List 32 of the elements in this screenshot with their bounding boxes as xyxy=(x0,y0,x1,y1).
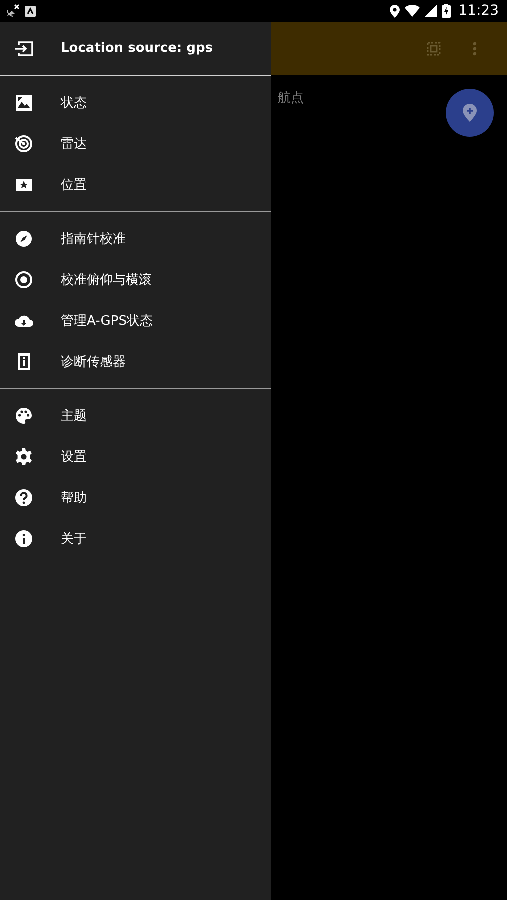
drawer-item[interactable]: 位置 xyxy=(0,164,271,205)
battery-charging-icon xyxy=(442,4,451,18)
settings-icon xyxy=(14,448,34,466)
drawer-item[interactable]: 雷达 xyxy=(0,123,271,164)
compass-icon xyxy=(14,230,34,248)
app-notification-icon xyxy=(25,6,36,16)
satellite-off-icon xyxy=(6,4,20,18)
wifi-icon xyxy=(404,5,420,17)
drawer-item[interactable]: 关于 xyxy=(0,518,271,559)
drawer-item[interactable]: 主题 xyxy=(0,395,271,436)
drawer-item[interactable]: 管理A-GPS状态 xyxy=(0,300,271,341)
signal-icon xyxy=(424,5,437,17)
add-waypoint-button[interactable] xyxy=(446,89,494,137)
info-icon xyxy=(14,530,34,548)
drawer-item[interactable]: 设置 xyxy=(0,436,271,477)
target-icon xyxy=(14,270,34,288)
drawer-item[interactable]: 诊断传感器 xyxy=(0,341,271,382)
radar-icon xyxy=(14,134,34,152)
add-location-icon xyxy=(463,104,477,122)
image-icon xyxy=(14,94,34,112)
location-pin-icon xyxy=(390,4,400,18)
help-icon xyxy=(14,488,34,506)
clock-time: 11:23 xyxy=(458,3,499,19)
drawer-item[interactable]: 指南针校准 xyxy=(0,218,271,259)
drawer-item[interactable]: 帮助 xyxy=(0,477,271,518)
select-icon xyxy=(427,42,441,56)
drawer-item[interactable]: 校准俯仰与横滚 xyxy=(0,259,271,300)
input-icon xyxy=(14,40,34,56)
drawer-item[interactable]: 状态 xyxy=(0,82,271,123)
waypoint-text: 航点 xyxy=(278,90,304,107)
location-source-item[interactable]: Location source: gps xyxy=(0,22,271,76)
palette-icon xyxy=(14,406,34,424)
